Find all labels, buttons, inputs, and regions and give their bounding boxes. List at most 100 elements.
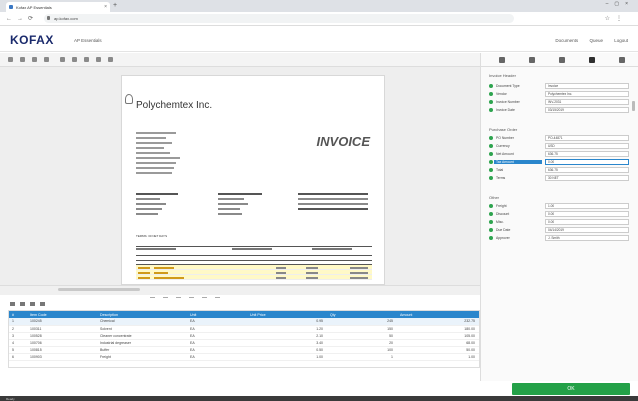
col-header[interactable]: Item Code bbox=[27, 311, 97, 318]
browser-nav-icons[interactable]: ←→⟳ bbox=[6, 15, 38, 22]
cell[interactable]: 20 bbox=[327, 339, 397, 347]
col-header[interactable]: # bbox=[9, 311, 27, 318]
cell[interactable]: 100311 bbox=[27, 325, 97, 333]
cell[interactable]: EA bbox=[187, 339, 247, 347]
cell[interactable]: 50 bbox=[327, 332, 397, 340]
cell[interactable]: 0.50 bbox=[247, 346, 327, 354]
col-header[interactable]: Qty bbox=[327, 311, 397, 318]
table-row[interactable]: 1 100245 Chemical EA 0.95 245 232.75 bbox=[9, 318, 479, 326]
cell[interactable]: EA bbox=[187, 346, 247, 354]
cell[interactable]: 68.00 bbox=[397, 339, 479, 347]
print-icon[interactable] bbox=[20, 57, 25, 62]
field-row[interactable]: Invoice Date 03/15/2019 bbox=[489, 107, 629, 113]
cell[interactable]: 1 bbox=[327, 353, 397, 361]
col-header[interactable]: Unit Price bbox=[247, 311, 327, 318]
prev-page-icon[interactable] bbox=[84, 57, 89, 62]
document-viewer[interactable]: Polychemtex Inc. INVOICE TERMS: 30 NET D… bbox=[0, 67, 480, 285]
field-input[interactable]: 0.00 bbox=[545, 219, 629, 225]
close-tab-icon[interactable]: × bbox=[104, 4, 107, 10]
cell[interactable]: EA bbox=[187, 325, 247, 333]
tab-history-icon[interactable] bbox=[559, 57, 565, 63]
cell[interactable]: Buffer bbox=[97, 346, 187, 354]
more-icon[interactable] bbox=[40, 302, 45, 306]
cell[interactable]: 1.20 bbox=[247, 325, 327, 333]
col-header[interactable]: Unit bbox=[187, 311, 247, 318]
nav-logout[interactable]: Logout bbox=[614, 38, 628, 43]
field-row[interactable]: Approver J. Smith bbox=[489, 235, 629, 241]
field-row[interactable]: Discount 0.00 bbox=[489, 211, 629, 217]
table-row[interactable]: 5 100815 Buffer EA 0.50 100 50.00 bbox=[9, 346, 479, 354]
cell[interactable]: Freight bbox=[97, 353, 187, 361]
cell[interactable]: 1.00 bbox=[247, 353, 327, 361]
field-row[interactable]: Net Amount 636.75 bbox=[489, 151, 629, 157]
line-item-row[interactable] bbox=[136, 275, 372, 280]
field-input[interactable]: Polychemtex Inc. bbox=[545, 91, 629, 97]
cell[interactable]: 3.40 bbox=[247, 339, 327, 347]
cell[interactable]: Chemical bbox=[97, 318, 187, 326]
cell[interactable]: 100815 bbox=[27, 346, 97, 354]
cell[interactable]: 150 bbox=[327, 325, 397, 333]
field-row[interactable]: Invoice Number INV-2031 bbox=[489, 99, 629, 105]
field-row[interactable]: Vendor Polychemtex Inc. bbox=[489, 91, 629, 97]
save-icon[interactable] bbox=[8, 57, 13, 62]
cell[interactable]: Cleaner concentrate bbox=[97, 332, 187, 340]
field-input[interactable]: 1.00 bbox=[545, 203, 629, 209]
table-row[interactable]: 6 100903 Freight EA 1.00 1 1.00 bbox=[9, 353, 479, 361]
tab-lines-icon[interactable] bbox=[529, 57, 535, 63]
fit-page-icon[interactable] bbox=[72, 57, 77, 62]
field-input[interactable]: 04/14/2019 bbox=[545, 227, 629, 233]
cell[interactable]: 50.00 bbox=[397, 346, 479, 354]
url-input[interactable]: ap.kofax.com bbox=[44, 14, 514, 23]
tab-comments-icon[interactable] bbox=[589, 57, 595, 63]
field-input[interactable]: 0.00 bbox=[545, 211, 629, 217]
cell[interactable]: 2.10 bbox=[247, 332, 327, 340]
rotate-icon[interactable] bbox=[32, 57, 37, 62]
cell[interactable]: Solvent bbox=[97, 325, 187, 333]
delete-icon[interactable] bbox=[108, 57, 113, 62]
page-controls[interactable] bbox=[150, 288, 270, 301]
col-header[interactable]: Description bbox=[97, 311, 187, 318]
cell[interactable]: EA bbox=[187, 353, 247, 361]
field-input[interactable]: PO-44871 bbox=[545, 135, 629, 141]
cell[interactable]: EA bbox=[187, 332, 247, 340]
field-row-selected[interactable]: Tax Amount 0.00 bbox=[489, 159, 629, 165]
browser-tab[interactable]: Kofax AP Essentials × bbox=[6, 2, 110, 12]
cell[interactable]: 0.95 bbox=[247, 318, 327, 326]
field-input[interactable]: INV-2031 bbox=[545, 99, 629, 105]
table-row[interactable]: 2 100311 Solvent EA 1.20 150 180.00 bbox=[9, 325, 479, 333]
next-page-icon[interactable] bbox=[96, 57, 101, 62]
horizontal-scrollbar[interactable] bbox=[58, 288, 140, 291]
copy-row-icon[interactable] bbox=[30, 302, 35, 306]
field-row[interactable]: Freight 1.00 bbox=[489, 203, 629, 209]
cell[interactable]: 245 bbox=[327, 318, 397, 326]
cell[interactable]: 100245 bbox=[27, 318, 97, 326]
delete-row-icon[interactable] bbox=[20, 302, 25, 306]
field-input[interactable]: 636.75 bbox=[545, 151, 629, 157]
cell[interactable]: 100706 bbox=[27, 339, 97, 347]
cell[interactable]: 1.00 bbox=[397, 353, 479, 361]
field-input[interactable]: 03/15/2019 bbox=[545, 107, 629, 113]
new-tab-icon[interactable]: + bbox=[113, 2, 117, 9]
field-input[interactable]: J. Smith bbox=[545, 235, 629, 241]
cell[interactable]: 100528 bbox=[27, 332, 97, 340]
field-row[interactable]: Misc. 0.00 bbox=[489, 219, 629, 225]
zoom-out-icon[interactable] bbox=[60, 57, 65, 62]
panel-scrollbar[interactable] bbox=[632, 101, 635, 111]
field-input[interactable]: 0.00 bbox=[545, 159, 629, 165]
field-input[interactable]: 636.75 bbox=[545, 167, 629, 173]
table-row[interactable]: 3 100528 Cleaner concentrate EA 2.10 50 105.00 bbox=[9, 332, 479, 340]
field-row[interactable]: Currency USD bbox=[489, 143, 629, 149]
cell[interactable]: 100 bbox=[327, 346, 397, 354]
cell[interactable]: 180.00 bbox=[397, 325, 479, 333]
field-row[interactable]: Terms 30 NET bbox=[489, 175, 629, 181]
col-header[interactable]: Amount bbox=[397, 311, 479, 318]
add-row-icon[interactable] bbox=[10, 302, 15, 306]
window-controls[interactable]: –▢× bbox=[606, 1, 634, 7]
field-row[interactable]: Document Type Invoice bbox=[489, 83, 629, 89]
cell[interactable]: Industrial degreaser bbox=[97, 339, 187, 347]
tab-fields-icon[interactable] bbox=[499, 57, 505, 63]
cell[interactable]: 232.75 bbox=[397, 318, 479, 326]
field-row[interactable]: Due Date 04/14/2019 bbox=[489, 227, 629, 233]
cell[interactable]: 100903 bbox=[27, 353, 97, 361]
field-input[interactable]: 30 NET bbox=[545, 175, 629, 181]
